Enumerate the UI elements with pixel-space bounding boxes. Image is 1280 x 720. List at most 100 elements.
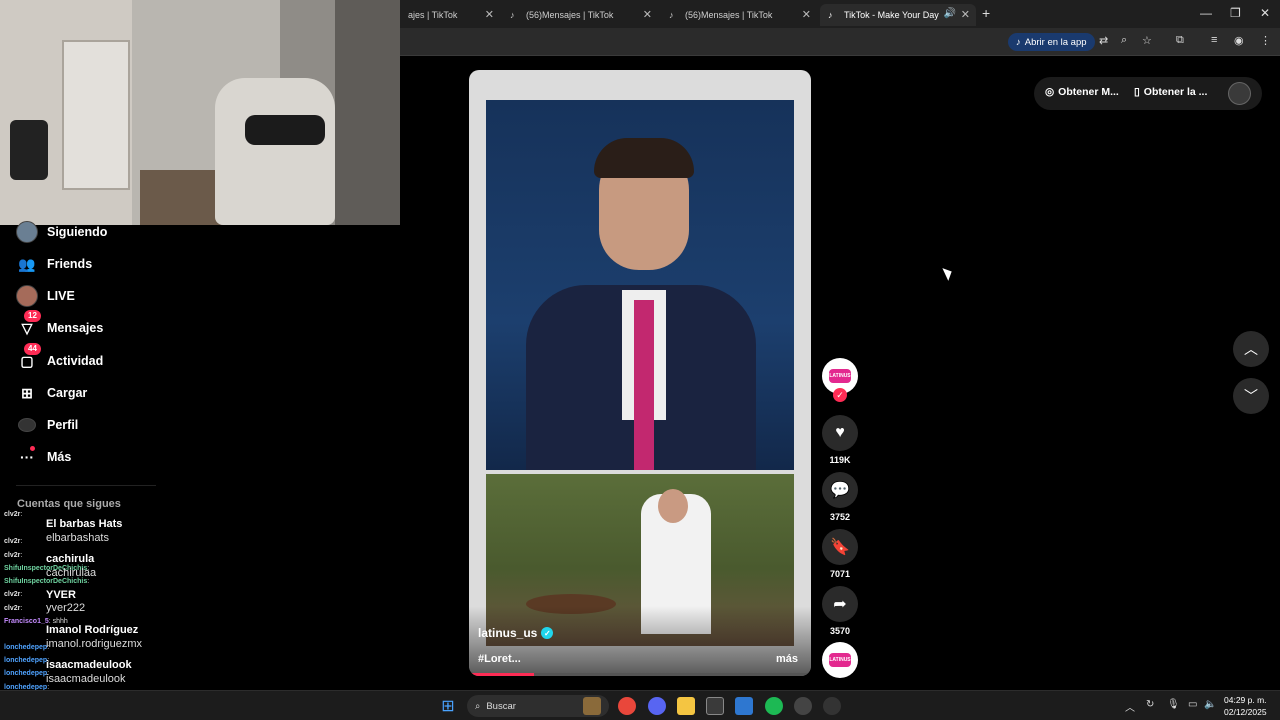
bookmark-icon: 🔖 <box>830 539 850 556</box>
mouse-cursor <box>942 265 955 281</box>
clock[interactable]: 04:29 p. m. 02/12/2025 <box>1224 694 1267 718</box>
heart-icon: ♥ <box>835 424 845 441</box>
get-app-label: Obtener la ... <box>1143 86 1208 98</box>
sidebar-item-upload[interactable]: ⊞ Cargar <box>16 381 87 405</box>
new-tab-button[interactable]: + <box>982 5 990 21</box>
latinus-logo: LATINUS <box>829 369 851 383</box>
extensions-icon[interactable]: ⧉ <box>1176 34 1184 47</box>
chat-line: ShifuInspectorDeChichis: <box>4 578 90 585</box>
tab-strip: ajes | TikTok ✕ ♪ (56)Mensajes | TikTok … <box>400 0 1280 28</box>
close-icon[interactable]: ✕ <box>961 8 970 21</box>
close-icon[interactable]: ✕ <box>485 8 494 21</box>
browser-tab[interactable]: ♪ (56)Mensajes | TikTok ✕ <box>502 4 658 26</box>
save-count: 7071 <box>829 569 851 579</box>
browser-tab-active[interactable]: ♪ TikTok - Make Your Day 🔊 ✕ <box>820 4 976 26</box>
open-in-app-button[interactable]: ♪ Abrir en la app <box>1008 33 1095 51</box>
like-button[interactable]: ♥ <box>822 415 858 451</box>
tab-title: (56)Mensajes | TikTok <box>526 10 614 20</box>
profile-icon <box>16 414 38 436</box>
caption-more-link[interactable]: más <box>776 653 798 665</box>
video-author[interactable]: latinus_us ✓ <box>478 626 554 640</box>
tiktok-icon: ♪ <box>1016 36 1021 48</box>
sidebar-item-messages[interactable]: ▽ 12 Mensajes <box>16 310 103 340</box>
menu-icon[interactable]: ⋮ <box>1260 34 1271 47</box>
phone-icon: ▯ <box>1134 86 1140 98</box>
spotify-icon[interactable] <box>765 697 783 715</box>
video-progress-fill <box>469 673 534 676</box>
mic-icon[interactable]: 🎙 <box>1167 699 1180 710</box>
chevron-down-icon: ﹀ <box>1244 388 1258 404</box>
search-placeholder: Buscar <box>486 700 516 712</box>
tab-title: (56)Mensajes | TikTok <box>685 10 773 20</box>
profile-avatar-icon[interactable]: ◉ <box>1234 34 1244 47</box>
media-icon[interactable]: ≡ <box>1211 34 1217 46</box>
zoom-icon[interactable]: ⌕ <box>1121 34 1127 47</box>
close-window-icon[interactable]: ✕ <box>1260 6 1270 20</box>
get-app-button[interactable]: ▯ Obtener la ... <box>1134 86 1207 98</box>
close-icon[interactable]: ✕ <box>802 8 811 21</box>
star-icon[interactable]: ☆ <box>1142 34 1152 47</box>
sync-icon[interactable]: ↻ <box>1146 699 1154 710</box>
browser-tab[interactable]: ♪ (56)Mensajes | TikTok ✕ <box>661 4 817 26</box>
close-icon[interactable]: ✕ <box>643 8 652 21</box>
follow-check-icon[interactable]: ✓ <box>833 388 847 402</box>
get-coins-button[interactable]: ◎ Obtener M... <box>1045 86 1119 98</box>
widget-icon[interactable] <box>583 697 601 715</box>
comment-button[interactable]: 💬 <box>822 472 858 508</box>
share-count: 3570 <box>829 626 851 636</box>
tray-chevron-icon[interactable]: ︿ <box>1125 699 1135 714</box>
sidebar-item-profile[interactable]: Perfil <box>16 413 78 437</box>
following-name[interactable]: YVER <box>46 589 76 601</box>
translate-icon[interactable]: ⇄ <box>1099 34 1108 47</box>
user-avatar[interactable] <box>1228 82 1251 105</box>
following-name[interactable]: Imanol Rodríguez <box>46 624 138 636</box>
restore-icon[interactable]: ❐ <box>1230 6 1241 20</box>
following-name[interactable]: cachirula <box>46 553 94 565</box>
chat-line: clv2r: <box>4 605 23 612</box>
webcam-chair <box>215 78 335 225</box>
share-button[interactable]: ➦ <box>822 586 858 622</box>
chat-line: lonchedepep: <box>4 657 50 664</box>
video-progress-bar[interactable] <box>469 673 811 676</box>
webcam-overlay <box>0 0 400 225</box>
video-caption[interactable]: #Loret... <box>478 653 521 665</box>
friends-icon: 👥 <box>18 255 36 272</box>
tiktok-icon: ♪ <box>669 10 674 20</box>
messages-icon: ▽ 12 <box>16 310 41 339</box>
browser-tab[interactable]: ajes | TikTok ✕ <box>400 4 500 26</box>
minimize-icon[interactable]: — <box>1200 6 1212 20</box>
latinus-logo: LATINUS <box>829 653 851 667</box>
music-disc[interactable]: LATINUS <box>822 642 858 678</box>
next-video-button[interactable]: ﹀ <box>1233 378 1269 414</box>
tab-title: TikTok - Make Your Day <box>844 10 939 20</box>
video-gradient <box>469 606 811 676</box>
network-icon[interactable]: ▭ <box>1188 699 1197 710</box>
obs-icon[interactable] <box>823 697 841 715</box>
app-icon[interactable] <box>794 697 812 715</box>
store-icon[interactable] <box>706 697 724 715</box>
webcam-door <box>62 40 130 190</box>
chat-overlay: clv2r: clv2r: clv2r: ShifuInspectorDeChi… <box>0 508 170 720</box>
sidebar-item-live[interactable]: LIVE <box>16 284 75 308</box>
sidebar-item-following[interactable]: Siguiendo <box>16 220 107 244</box>
windows-start-icon[interactable]: ⊞ <box>439 697 457 715</box>
following-name[interactable]: El barbas Hats <box>46 518 122 530</box>
chrome-icon[interactable] <box>618 697 636 715</box>
following-name[interactable]: isaacmadeulook <box>46 659 132 671</box>
video-player[interactable]: latinus_us ✓ #Loret... más <box>469 70 811 676</box>
previous-video-button[interactable]: ︿ <box>1233 331 1269 367</box>
mail-icon[interactable] <box>735 697 753 715</box>
save-button[interactable]: 🔖 <box>822 529 858 565</box>
author-name: latinus_us <box>478 626 538 640</box>
sidebar-item-friends[interactable]: 👥 Friends <box>16 252 92 276</box>
following-handle: isaacmadeulook <box>46 673 126 685</box>
volume-icon[interactable]: 🔈 <box>1204 699 1216 710</box>
discord-icon[interactable] <box>648 697 666 715</box>
tiktok-icon: ♪ <box>828 10 833 20</box>
sidebar-item-activity[interactable]: ▢ 44 Actividad <box>16 343 103 373</box>
file-explorer-icon[interactable] <box>677 697 695 715</box>
speaker-icon[interactable]: 🔊 <box>944 8 956 19</box>
webcam-chair-band <box>245 115 325 145</box>
clock-date: 02/12/2025 <box>1224 707 1267 717</box>
sidebar-item-more[interactable]: ··· Más <box>16 445 71 469</box>
